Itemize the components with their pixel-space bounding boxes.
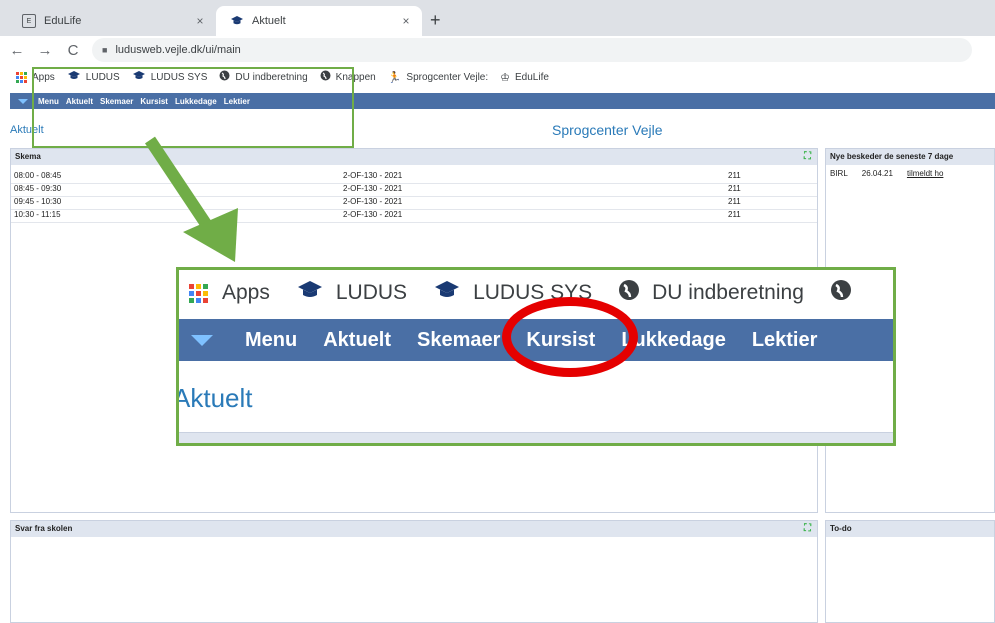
dropdown-triangle-icon <box>191 334 213 346</box>
zoom-menu-item-skemaer: Skemaer <box>417 328 501 351</box>
globe-icon <box>830 279 852 307</box>
zoom-bookmark-du-indberetning: DU indberetning <box>618 279 804 307</box>
bookmark-label: DU indberetning <box>652 281 804 304</box>
zoom-breadcrumb: Aktuelt <box>176 383 253 413</box>
apps-grid-icon <box>189 283 208 303</box>
globe-icon <box>618 279 640 307</box>
highlight-circle <box>502 297 638 377</box>
zoom-menu-item-aktuelt: Aktuelt <box>323 328 392 351</box>
graduation-cap-icon <box>296 279 324 307</box>
zoom-bookmark-ludus: LUDUS <box>296 279 407 307</box>
graduation-cap-icon <box>433 279 461 307</box>
zoom-menu-item-lektier: Lektier <box>751 328 818 351</box>
zoom-bookmark-apps: Apps <box>189 281 270 305</box>
zoom-menu-item-menu: Menu <box>245 328 298 351</box>
bookmark-label: LUDUS <box>335 281 408 304</box>
zoom-bookmark-knappen <box>830 279 864 307</box>
zoom-panel-edge <box>179 432 893 443</box>
bookmark-label: Apps <box>222 281 270 304</box>
